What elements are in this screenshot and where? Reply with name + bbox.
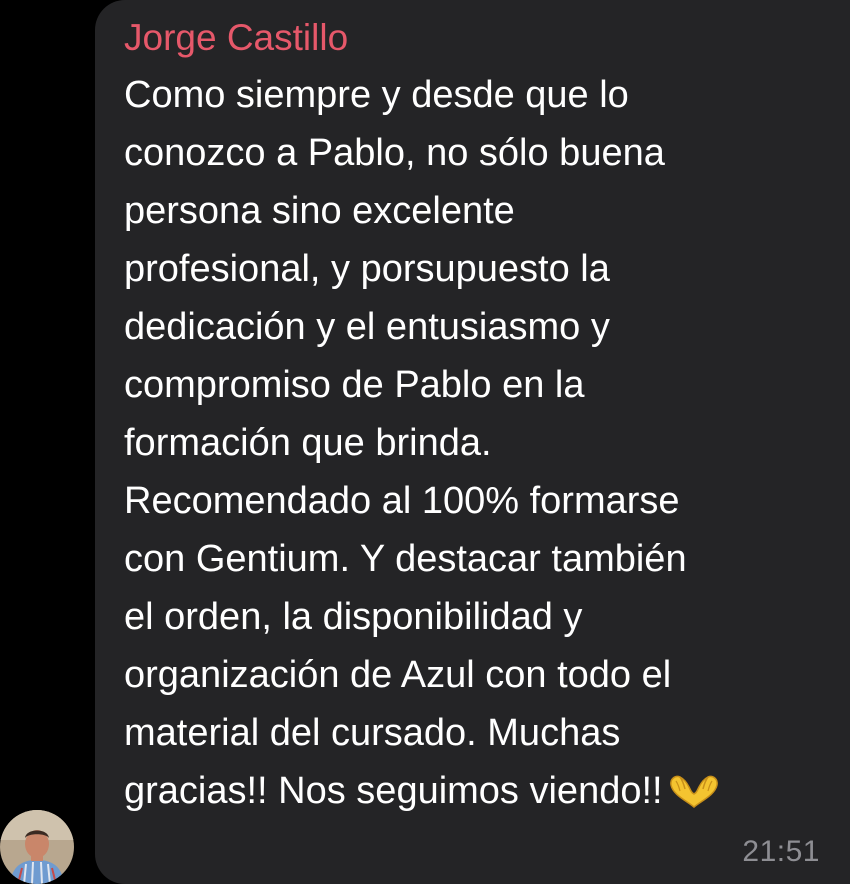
- chat-view: Jorge Castillo Como siempre y desde que …: [0, 0, 850, 884]
- message-text: Como siempre y desde que lo conozco a Pa…: [124, 66, 824, 820]
- message-line: formación que brinda.: [124, 422, 492, 464]
- message-line: material del cursado. Muchas: [124, 712, 621, 754]
- message-line: Como siempre y desde que lo: [124, 74, 629, 116]
- heart-hands-icon: [667, 768, 721, 826]
- message-line: persona sino excelente: [124, 190, 515, 232]
- message-line: el orden, la disponibilidad y: [124, 596, 583, 638]
- message-line: conozco a Pablo, no sólo buena: [124, 132, 665, 174]
- message-line: organización de Azul con todo el: [124, 654, 672, 696]
- message-line: Recomendado al 100% formarse: [124, 480, 680, 522]
- sender-name[interactable]: Jorge Castillo: [124, 14, 348, 62]
- message-timestamp: 21:51: [742, 835, 820, 868]
- message-line: compromiso de Pablo en la: [124, 364, 585, 406]
- message-line: profesional, y porsupuesto la: [124, 248, 610, 290]
- message-line: dedicación y el entusiasmo y: [124, 306, 610, 348]
- message-line-last: gracias!! Nos seguimos viendo!!: [124, 762, 824, 820]
- message-line: gracias!! Nos seguimos viendo!!: [124, 770, 663, 812]
- message-line: con Gentium. Y destacar también: [124, 538, 687, 580]
- avatar[interactable]: [0, 810, 74, 884]
